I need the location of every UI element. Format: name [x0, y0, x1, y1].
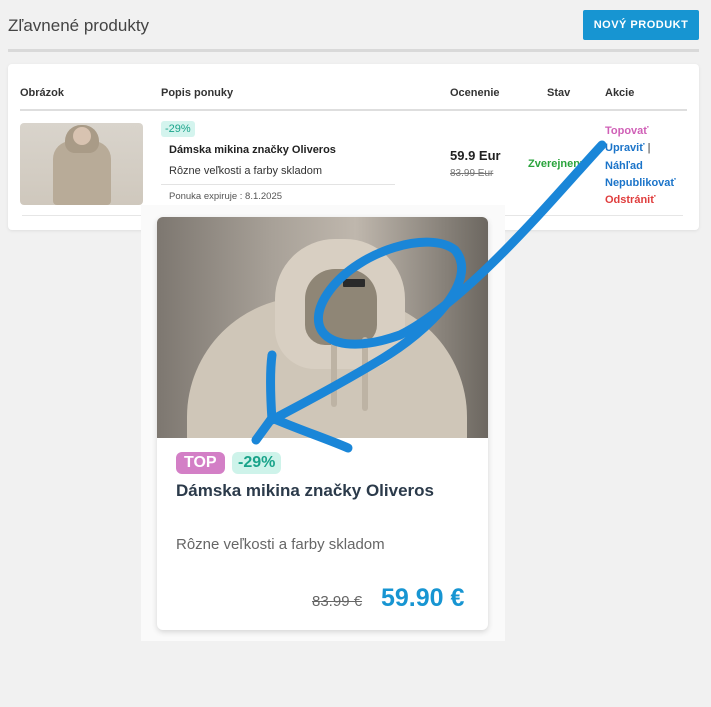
old-price: 83.99 Eur [450, 168, 494, 179]
column-header-status: Stav [547, 87, 571, 99]
preview-old-price: 83.99 € [312, 593, 363, 610]
column-header-description: Popis ponuky [161, 87, 234, 99]
product-thumbnail [20, 123, 143, 205]
page-header: Zľavnené produkty NOVÝ PRODUKT [8, 8, 699, 52]
top-tag: TOP [176, 452, 225, 474]
actions-separator: | [647, 142, 651, 155]
column-header-price: Ocenenie [450, 87, 500, 99]
preview-description: Rôzne veľkosti a farby skladom [176, 536, 385, 553]
column-header-image: Obrázok [20, 87, 65, 99]
edit-action-link[interactable]: Upraviť [605, 142, 645, 154]
delete-action-link[interactable]: Odstrániť [605, 192, 676, 209]
page-title: Zľavnené produkty [8, 16, 150, 35]
preview-discount-badge: -29% [232, 452, 282, 474]
preview-action-link[interactable]: Náhľad [605, 158, 676, 175]
status-badge: Zverejnený [528, 158, 587, 170]
offer-expiry: Ponuka expiruje : 8.1.2025 [169, 191, 283, 202]
product-description: Rôzne veľkosti a farby skladom [169, 165, 322, 177]
actions-cell: Topovať Upraviť | Náhľad Nepublikovať Od… [605, 123, 676, 209]
current-price: 59.9 Eur [450, 148, 501, 163]
header-divider [20, 109, 687, 111]
product-preview-card: TOP -29% Dámska mikina značky Oliveros R… [157, 217, 488, 630]
product-name: Dámska mikina značky Oliveros [169, 144, 336, 156]
unpublish-action-link[interactable]: Nepublikovať [605, 175, 676, 192]
product-image [157, 217, 488, 438]
new-product-button[interactable]: NOVÝ PRODUKT [583, 10, 699, 40]
column-header-actions: Akcie [605, 87, 635, 99]
discount-badge: -29% [161, 121, 195, 137]
preview-price: 59.90 € [381, 584, 465, 612]
top-action-link[interactable]: Topovať [605, 123, 676, 140]
preview-product-name: Dámska mikina značky Oliveros [176, 481, 434, 500]
description-divider [161, 184, 395, 185]
